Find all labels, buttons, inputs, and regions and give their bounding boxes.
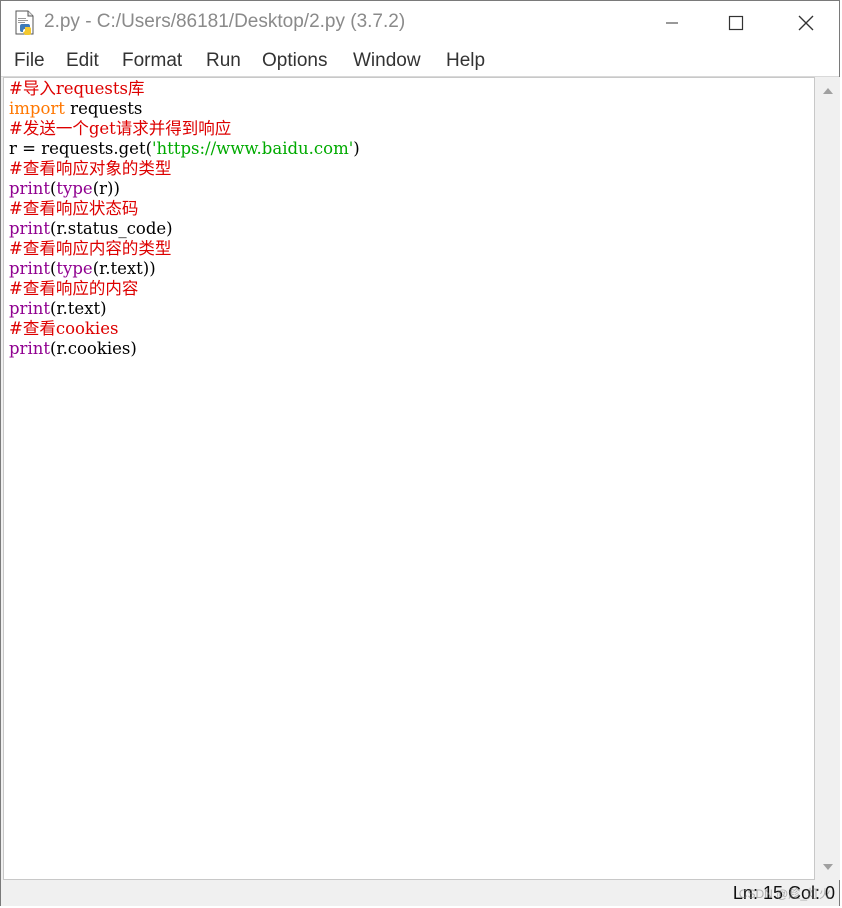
- menu-format[interactable]: Format: [122, 48, 182, 74]
- code-line[interactable]: print(r.status_code): [9, 219, 360, 239]
- menu-edit[interactable]: Edit: [66, 48, 99, 74]
- menu-file[interactable]: File: [14, 48, 45, 74]
- code-token-comment: #导入requests库: [9, 79, 145, 98]
- code-token-comment: #查看响应内容的类型: [9, 239, 172, 258]
- code-line[interactable]: print(type(r.text)): [9, 259, 360, 279]
- status-bar: Ln: 15 Col: 0 CSDN @趁_灯火: [1, 880, 839, 906]
- code-line[interactable]: #查看响应内容的类型: [9, 239, 360, 259]
- code-token-comment: #查看cookies: [9, 319, 119, 338]
- menu-run[interactable]: Run: [206, 48, 241, 74]
- menu-bar: File Edit Format Run Options Window Help: [1, 45, 839, 77]
- code-token-plain: (r)): [92, 179, 120, 198]
- scroll-up-button[interactable]: [815, 78, 840, 102]
- menu-options[interactable]: Options: [262, 48, 327, 74]
- code-line[interactable]: #发送一个get请求并得到响应: [9, 119, 360, 139]
- code-token-builtin: print: [9, 179, 50, 198]
- code-token-builtin: print: [9, 219, 50, 238]
- window-title: 2.py - C:/Users/86181/Desktop/2.py (3.7.…: [44, 11, 406, 32]
- title-bar[interactable]: 2.py - C:/Users/86181/Desktop/2.py (3.7.…: [1, 1, 839, 45]
- code-line[interactable]: print(r.text): [9, 299, 360, 319]
- watermark-text: CSDN @趁_灯火: [738, 887, 831, 901]
- close-button[interactable]: [774, 1, 838, 45]
- code-line[interactable]: #查看cookies: [9, 319, 360, 339]
- code-token-builtin: type: [56, 179, 93, 198]
- arrow-down-icon: [822, 857, 834, 876]
- code-token-plain: r = requests.get(: [9, 139, 153, 158]
- code-token-keyword: import: [9, 99, 65, 118]
- code-token-plain: (r.text): [49, 299, 107, 318]
- code-text-area[interactable]: #导入requests库 import requests #发送一个get请求并得到…: [9, 79, 360, 359]
- code-token-comment: #查看响应的内容: [9, 279, 139, 298]
- code-token-string: 'https://www.baidu.com': [152, 139, 354, 158]
- vertical-scrollbar[interactable]: [815, 77, 840, 880]
- code-token-builtin: print: [9, 299, 50, 318]
- code-token-plain: (r.text)): [92, 259, 156, 278]
- arrow-up-icon: [822, 81, 834, 100]
- code-token-comment: #发送一个get请求并得到响应: [9, 119, 232, 138]
- maximize-button[interactable]: [704, 1, 768, 45]
- scroll-down-button[interactable]: [815, 854, 840, 878]
- code-token-builtin: print: [9, 259, 50, 278]
- code-token-plain: ): [353, 139, 360, 158]
- code-line[interactable]: #导入requests库: [9, 79, 360, 99]
- menu-help[interactable]: Help: [446, 48, 485, 74]
- minimize-button[interactable]: [640, 1, 704, 45]
- idle-editor-window: 2.py - C:/Users/86181/Desktop/2.py (3.7.…: [0, 0, 840, 906]
- code-line[interactable]: #查看响应对象的类型: [9, 159, 360, 179]
- code-token-comment: #查看响应对象的类型: [9, 159, 172, 178]
- code-line[interactable]: r = requests.get('https://www.baidu.com'…: [9, 139, 360, 159]
- code-line[interactable]: #查看响应状态码: [9, 199, 360, 219]
- maximize-icon: [728, 15, 744, 31]
- code-token-builtin: type: [56, 259, 93, 278]
- menu-window[interactable]: Window: [353, 48, 421, 74]
- close-icon: [797, 14, 815, 32]
- code-token-plain: (r.cookies): [49, 339, 137, 358]
- code-line[interactable]: #查看响应的内容: [9, 279, 360, 299]
- code-editor[interactable]: #导入requests库 import requests #发送一个get请求并得到…: [3, 77, 815, 880]
- code-token-builtin: print: [9, 339, 50, 358]
- python-file-icon: [13, 10, 37, 36]
- minimize-icon: [664, 15, 680, 31]
- code-token-plain: requests: [64, 99, 143, 118]
- code-line[interactable]: print(type(r)): [9, 179, 360, 199]
- code-token-plain: (r.status_code): [49, 219, 173, 238]
- code-line[interactable]: print(r.cookies): [9, 339, 360, 359]
- code-token-comment: #查看响应状态码: [9, 199, 139, 218]
- code-line[interactable]: import requests: [9, 99, 360, 119]
